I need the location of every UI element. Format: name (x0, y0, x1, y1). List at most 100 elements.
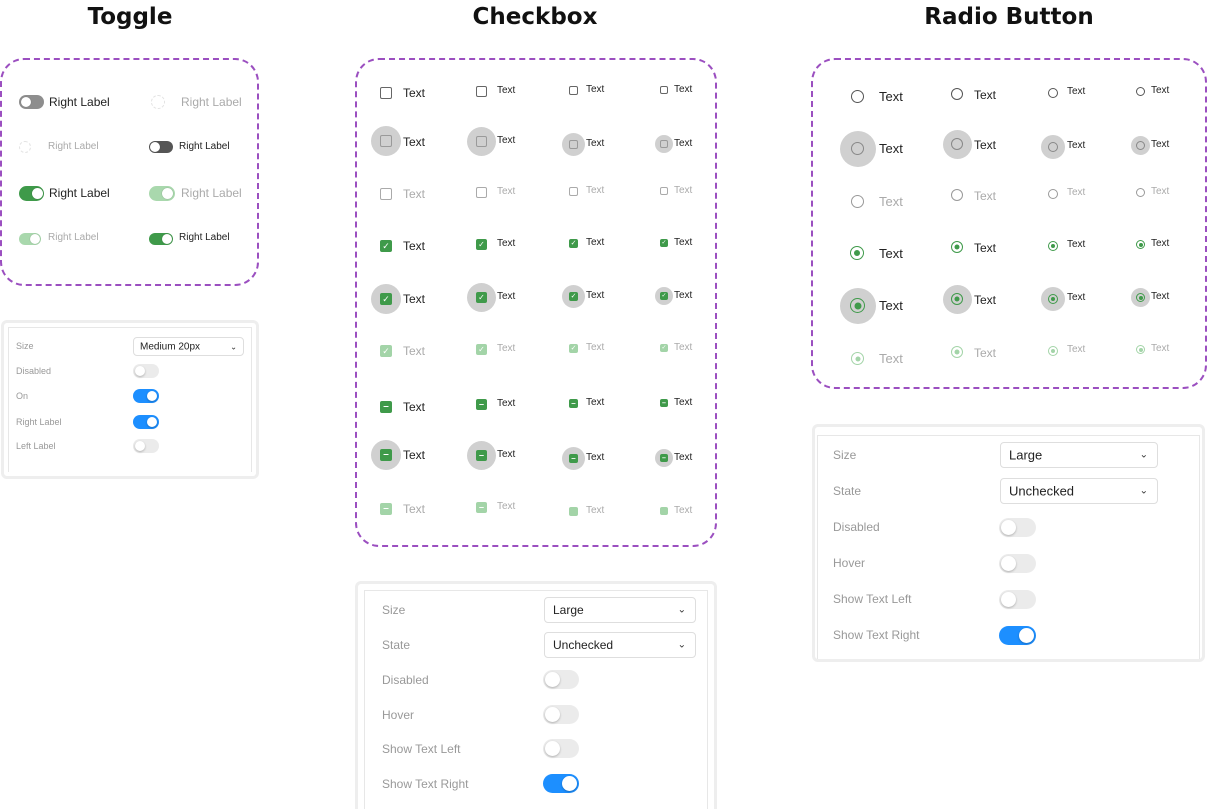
checkbox-label: Text (497, 135, 516, 146)
on-switch[interactable] (133, 389, 159, 403)
radio-unselected-hover[interactable] (951, 138, 963, 150)
checkmark-icon[interactable]: ✓ (660, 292, 668, 300)
minus-icon[interactable]: – (660, 399, 668, 407)
toggle-title: Toggle (87, 4, 173, 30)
radio-unselected[interactable] (1048, 88, 1058, 98)
toggle-on[interactable] (19, 186, 44, 201)
checkbox-label: Text (586, 452, 605, 463)
disabled-switch[interactable] (999, 518, 1036, 537)
radio-unselected-hover[interactable] (851, 142, 864, 155)
radio-unselected-hover[interactable] (1048, 142, 1058, 152)
checkbox-label: Text (586, 185, 605, 196)
radio-label: Text (1067, 292, 1086, 303)
checkbox-unchecked[interactable] (569, 86, 578, 95)
checkbox-label: Text (674, 84, 693, 95)
checkmark-icon[interactable]: ✓ (476, 292, 487, 303)
disabled-switch[interactable] (133, 364, 159, 378)
checkbox-unchecked[interactable] (660, 86, 668, 94)
radio-unselected-disabled (1136, 188, 1145, 197)
checkbox-unchecked-disabled (380, 188, 392, 200)
state-label: State (833, 484, 862, 498)
minus-icon[interactable]: – (569, 399, 578, 408)
radio-label: Text (1067, 86, 1086, 97)
toggle-label: Right Label (179, 141, 230, 152)
state-select[interactable]: Unchecked ⌄ (1000, 478, 1158, 504)
radio-selected-hover[interactable] (850, 298, 865, 313)
radio-selected[interactable] (1136, 240, 1145, 249)
state-select-value: Unchecked (553, 638, 614, 652)
checkmark-icon[interactable]: ✓ (476, 239, 487, 250)
checkbox-unchecked-hover[interactable] (569, 140, 578, 149)
toggle-label: Right Label (181, 95, 242, 109)
checkbox-label: Text (497, 186, 516, 197)
disabled-switch[interactable] (543, 670, 579, 689)
minus-icon[interactable]: – (476, 450, 487, 461)
checkbox-unchecked[interactable] (476, 86, 487, 97)
state-select[interactable]: Unchecked ⌄ (544, 632, 696, 658)
checkmark-icon[interactable]: ✓ (380, 293, 392, 305)
checkbox-unchecked[interactable] (380, 87, 392, 99)
radio-selected-hover[interactable] (1048, 294, 1058, 304)
checkbox-label: Text (674, 290, 693, 301)
checkbox-label: Text (586, 84, 605, 95)
radio-unselected-disabled (1048, 189, 1058, 199)
radio-label: Text (974, 241, 997, 255)
disabled-label: Disabled (382, 673, 429, 687)
radio-unselected[interactable] (1136, 87, 1145, 96)
size-select-value: Medium 20px (140, 341, 201, 352)
size-select[interactable]: Medium 20px ⌄ (133, 337, 244, 356)
radio-selected-hover[interactable] (951, 293, 963, 305)
left-label-label: Left Label (16, 441, 56, 451)
show-text-left-switch[interactable] (543, 739, 579, 758)
checkmark-icon[interactable]: ✓ (569, 292, 578, 301)
radio-selected-hover[interactable] (1136, 293, 1145, 302)
show-text-right-switch[interactable] (543, 774, 579, 793)
minus-icon[interactable]: – (380, 449, 392, 461)
checkbox-label: Text (497, 501, 516, 512)
checkmark-icon[interactable]: ✓ (660, 239, 668, 247)
radio-selected[interactable] (1048, 241, 1058, 251)
radio-unselected-hover[interactable] (1136, 141, 1145, 150)
checkbox-label: Text (403, 135, 426, 149)
left-label-switch[interactable] (133, 439, 159, 453)
size-select[interactable]: Large ⌄ (1000, 442, 1158, 468)
chevron-down-icon: ⌄ (677, 604, 686, 616)
toggle-on-small[interactable] (149, 233, 173, 245)
radio-label: Text (974, 189, 997, 203)
hover-switch[interactable] (543, 705, 579, 724)
radio-label: Text (879, 89, 903, 104)
checkbox-label: Text (586, 237, 605, 248)
checkbox-unchecked-hover[interactable] (660, 140, 668, 148)
checkbox-label: Text (403, 448, 426, 462)
radio-selected[interactable] (850, 246, 864, 260)
radio-label: Text (879, 246, 903, 261)
minus-icon[interactable]: – (476, 399, 487, 410)
radio-label: Text (1067, 140, 1086, 151)
radio-label: Text (1067, 344, 1086, 355)
radio-unselected[interactable] (851, 90, 864, 103)
checkbox-unchecked-hover[interactable] (380, 135, 392, 147)
checkmark-icon[interactable]: ✓ (569, 239, 578, 248)
show-text-left-switch[interactable] (999, 590, 1036, 609)
show-text-right-switch[interactable] (999, 626, 1036, 645)
checkbox-unchecked-hover[interactable] (476, 136, 487, 147)
hover-switch[interactable] (999, 554, 1036, 573)
radio-unselected[interactable] (951, 88, 963, 100)
checkmark-icon[interactable]: ✓ (380, 240, 392, 252)
toggle-label: Right Label (48, 141, 99, 152)
toggle-off-small[interactable] (149, 141, 173, 153)
show-text-right-label: Show Text Right (833, 628, 920, 642)
radio-label: Text (879, 194, 903, 209)
checkbox-label: Text (586, 397, 605, 408)
radio-unselected-disabled (951, 189, 963, 201)
radio-variants-frame (811, 58, 1207, 389)
right-label-switch[interactable] (133, 415, 159, 429)
minus-icon[interactable]: – (569, 454, 578, 463)
minus-icon[interactable]: – (380, 401, 392, 413)
checkbox-unchecked-disabled (569, 187, 578, 196)
checkbox-label: Text (586, 342, 605, 353)
minus-icon[interactable]: – (660, 454, 668, 462)
radio-selected[interactable] (951, 241, 963, 253)
size-select[interactable]: Large ⌄ (544, 597, 696, 623)
toggle-off[interactable] (19, 95, 44, 109)
